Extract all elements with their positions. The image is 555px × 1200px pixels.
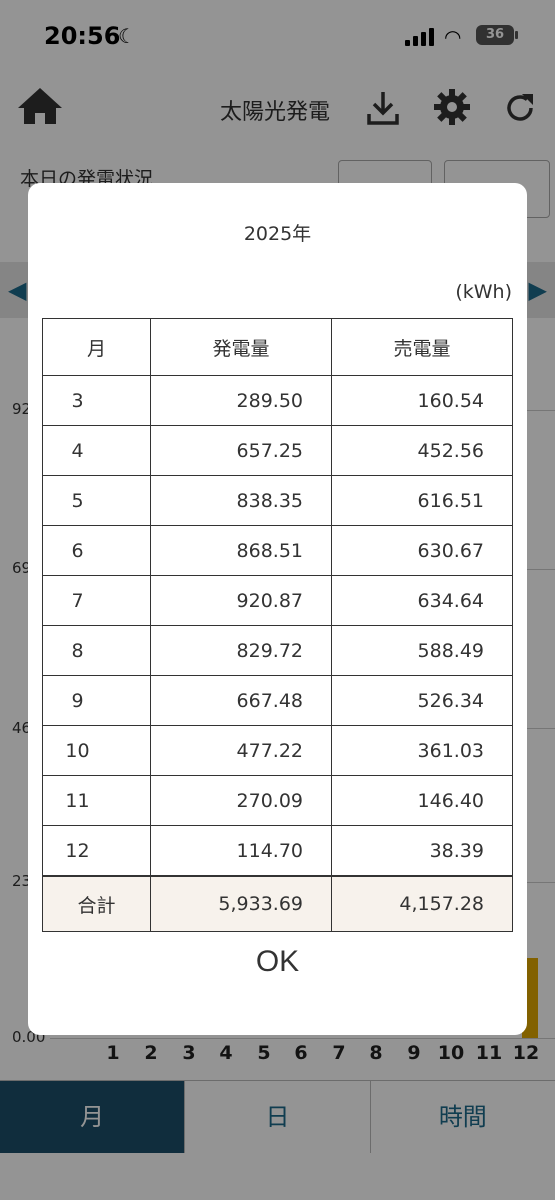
header-sold: 売電量 bbox=[331, 318, 513, 376]
table-row: 9 667.48 526.34 bbox=[42, 675, 513, 726]
total-generation: 5,933.69 bbox=[150, 875, 332, 932]
header-month: 月 bbox=[42, 318, 151, 376]
total-label: 合計 bbox=[42, 875, 151, 932]
cell-month: 3 bbox=[42, 375, 151, 426]
cell-sold: 38.39 bbox=[331, 825, 513, 877]
ok-button[interactable]: OK bbox=[28, 945, 527, 979]
table-row: 8 829.72 588.49 bbox=[42, 625, 513, 676]
cell-generation: 667.48 bbox=[150, 675, 332, 726]
cell-generation: 868.51 bbox=[150, 525, 332, 576]
cell-generation: 657.25 bbox=[150, 425, 332, 476]
cell-month: 4 bbox=[42, 425, 151, 476]
table-row: 4 657.25 452.56 bbox=[42, 425, 513, 476]
table-row: 7 920.87 634.64 bbox=[42, 575, 513, 626]
cell-sold: 361.03 bbox=[331, 725, 513, 776]
cell-month: 9 bbox=[42, 675, 151, 726]
cell-month: 7 bbox=[42, 575, 151, 626]
cell-generation: 838.35 bbox=[150, 475, 332, 526]
cell-generation: 920.87 bbox=[150, 575, 332, 626]
cell-sold: 526.34 bbox=[331, 675, 513, 726]
cell-month: 10 bbox=[42, 725, 151, 776]
cell-sold: 588.49 bbox=[331, 625, 513, 676]
table-row: 12 114.70 38.39 bbox=[42, 825, 513, 877]
cell-month: 6 bbox=[42, 525, 151, 576]
cell-generation: 829.72 bbox=[150, 625, 332, 676]
cell-generation: 289.50 bbox=[150, 375, 332, 426]
yearly-summary-dialog: 2025年 (kWh) 月 発電量 売電量 3 289.50 160.54 4 … bbox=[28, 183, 527, 1035]
cell-month: 8 bbox=[42, 625, 151, 676]
cell-sold: 452.56 bbox=[331, 425, 513, 476]
table-row: 5 838.35 616.51 bbox=[42, 475, 513, 526]
header-generation: 発電量 bbox=[150, 318, 332, 376]
unit-label: (kWh) bbox=[455, 281, 512, 303]
table-row: 6 868.51 630.67 bbox=[42, 525, 513, 576]
cell-sold: 146.40 bbox=[331, 775, 513, 826]
cell-sold: 160.54 bbox=[331, 375, 513, 426]
table-header-row: 月 発電量 売電量 bbox=[42, 318, 513, 376]
monthly-summary-table: 月 発電量 売電量 3 289.50 160.54 4 657.25 452.5… bbox=[42, 318, 513, 932]
table-total-row: 合計 5,933.69 4,157.28 bbox=[42, 875, 513, 932]
dialog-year-title: 2025年 bbox=[243, 223, 312, 245]
cell-generation: 114.70 bbox=[150, 825, 332, 877]
table-row: 3 289.50 160.54 bbox=[42, 375, 513, 426]
table-row: 10 477.22 361.03 bbox=[42, 725, 513, 776]
cell-sold: 616.51 bbox=[331, 475, 513, 526]
cell-month: 5 bbox=[42, 475, 151, 526]
table-row: 11 270.09 146.40 bbox=[42, 775, 513, 826]
cell-sold: 634.64 bbox=[331, 575, 513, 626]
cell-generation: 477.22 bbox=[150, 725, 332, 776]
cell-generation: 270.09 bbox=[150, 775, 332, 826]
cell-month: 11 bbox=[42, 775, 151, 826]
cell-month: 12 bbox=[42, 825, 151, 877]
total-sold: 4,157.28 bbox=[331, 875, 513, 932]
cell-sold: 630.67 bbox=[331, 525, 513, 576]
